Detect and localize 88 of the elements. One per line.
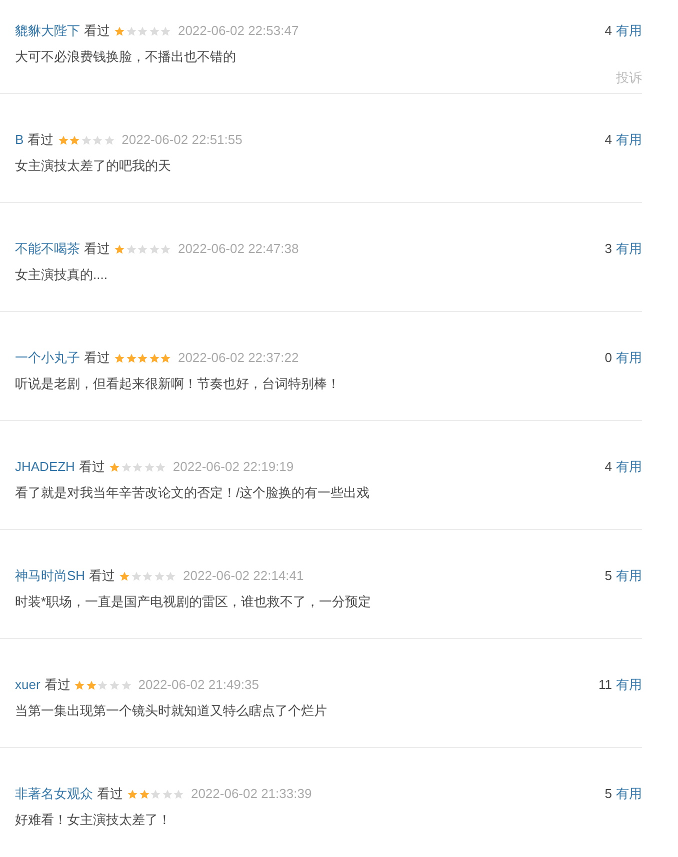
star-icon — [80, 134, 92, 146]
useful-link[interactable]: 有用 — [616, 457, 642, 477]
star-icon — [142, 570, 154, 582]
watched-status: 看过 — [28, 131, 54, 149]
comment-text: 当第一集出现第一个镜头时就知道又特么瞎点了个烂片 — [15, 702, 328, 720]
comment-text: 看了就是对我当年辛苦改论文的否定！/这个脸换的有一些出戏 — [15, 484, 371, 502]
star-icon — [86, 680, 97, 690]
username-link[interactable]: xuer — [15, 675, 40, 695]
username-link[interactable]: 不能不喝茶 — [15, 239, 80, 259]
star-icon — [120, 462, 132, 472]
useful-link[interactable]: 有用 — [616, 348, 642, 368]
comment-time: 2022-06-02 21:49:35 — [138, 676, 259, 694]
username-link[interactable]: JHADEZH — [15, 457, 75, 477]
star-icon — [114, 352, 125, 364]
star-icon — [160, 244, 172, 254]
watched-status: 看过 — [97, 785, 123, 803]
star-icon — [137, 352, 148, 364]
star-icon — [137, 26, 148, 36]
comment-time: 2022-06-02 22:37:22 — [178, 349, 299, 367]
comment-text: 女主演技真的.... — [15, 266, 108, 284]
username-link[interactable]: 非著名女观众 — [15, 784, 93, 804]
star-icon — [114, 244, 125, 254]
star-icon — [148, 244, 160, 254]
star-icon — [138, 788, 150, 800]
star-icon — [119, 570, 130, 582]
star-icon — [92, 134, 104, 146]
vote-count: 5 — [604, 567, 612, 585]
star-icon — [126, 352, 137, 364]
username-link[interactable]: B — [15, 130, 24, 150]
watched-status: 看过 — [78, 458, 105, 476]
watched-status: 看过 — [84, 240, 110, 258]
star-icon — [97, 680, 108, 690]
star-icon — [148, 352, 160, 364]
star-icon — [109, 680, 120, 690]
vote-count: 0 — [604, 349, 612, 367]
useful-link[interactable]: 有用 — [616, 21, 642, 41]
star-icon — [132, 462, 144, 472]
watched-status: 看过 — [84, 22, 110, 40]
comment-time: 2022-06-02 22:47:38 — [178, 240, 299, 258]
star-icon — [144, 462, 155, 472]
star-icon — [104, 134, 116, 146]
comment-text: 听说是老剧，但看起来很新啊！节奏也好，台词特别棒！ — [15, 375, 341, 393]
vote-count: 4 — [604, 458, 612, 476]
comment-text: 大可不必浪费钱换脸，不播出也不错的 — [15, 48, 237, 66]
star-icon — [74, 680, 86, 690]
vote-count: 11 — [598, 676, 612, 694]
star-icon — [173, 788, 184, 800]
star-icon — [114, 26, 125, 36]
watched-status: 看过 — [89, 567, 116, 585]
star-icon — [165, 570, 176, 582]
vote-count: 4 — [604, 131, 612, 149]
watched-status: 看过 — [44, 676, 70, 694]
star-icon — [126, 26, 137, 36]
comment-time: 2022-06-02 22:53:47 — [178, 22, 299, 40]
vote-count: 3 — [604, 240, 612, 258]
username-link[interactable]: 一个小丸子 — [15, 348, 80, 368]
star-icon — [160, 352, 172, 364]
useful-link[interactable]: 有用 — [616, 239, 642, 259]
star-icon — [162, 788, 173, 800]
comment-text: 时装*职场，一直是国产电视剧的雷区，谁也救不了，一分预定 — [15, 593, 372, 611]
star-icon — [120, 680, 132, 690]
useful-link[interactable]: 有用 — [616, 566, 642, 586]
star-icon — [58, 134, 69, 146]
useful-link[interactable]: 有用 — [616, 130, 642, 150]
star-icon — [69, 134, 80, 146]
star-icon — [137, 244, 148, 254]
vote-count: 4 — [604, 22, 612, 40]
star-icon — [155, 462, 166, 472]
star-icon — [108, 462, 120, 472]
star-icon — [148, 26, 160, 36]
star-icon — [154, 570, 165, 582]
comment-text: 好难看！女主演技太差了！ — [15, 811, 172, 829]
comment-time: 2022-06-02 21:33:39 — [190, 785, 312, 803]
star-icon — [150, 788, 162, 800]
username-link[interactable]: 貔貅大陛下 — [15, 21, 80, 41]
star-icon — [127, 788, 138, 800]
username-link[interactable]: 神马时尚SH — [15, 566, 86, 586]
star-icon — [130, 570, 142, 582]
star-icon — [126, 244, 137, 254]
comment-time: 2022-06-02 22:19:19 — [172, 458, 294, 476]
comment-text: 女主演技太差了的吧我的天 — [15, 157, 172, 175]
useful-link[interactable]: 有用 — [616, 784, 642, 804]
star-icon — [160, 26, 172, 36]
useful-link[interactable]: 有用 — [616, 675, 642, 695]
comment-time: 2022-06-02 22:14:41 — [183, 567, 304, 585]
comment-time: 2022-06-02 22:51:55 — [122, 131, 242, 149]
vote-count: 5 — [604, 785, 612, 803]
watched-status: 看过 — [84, 349, 110, 367]
